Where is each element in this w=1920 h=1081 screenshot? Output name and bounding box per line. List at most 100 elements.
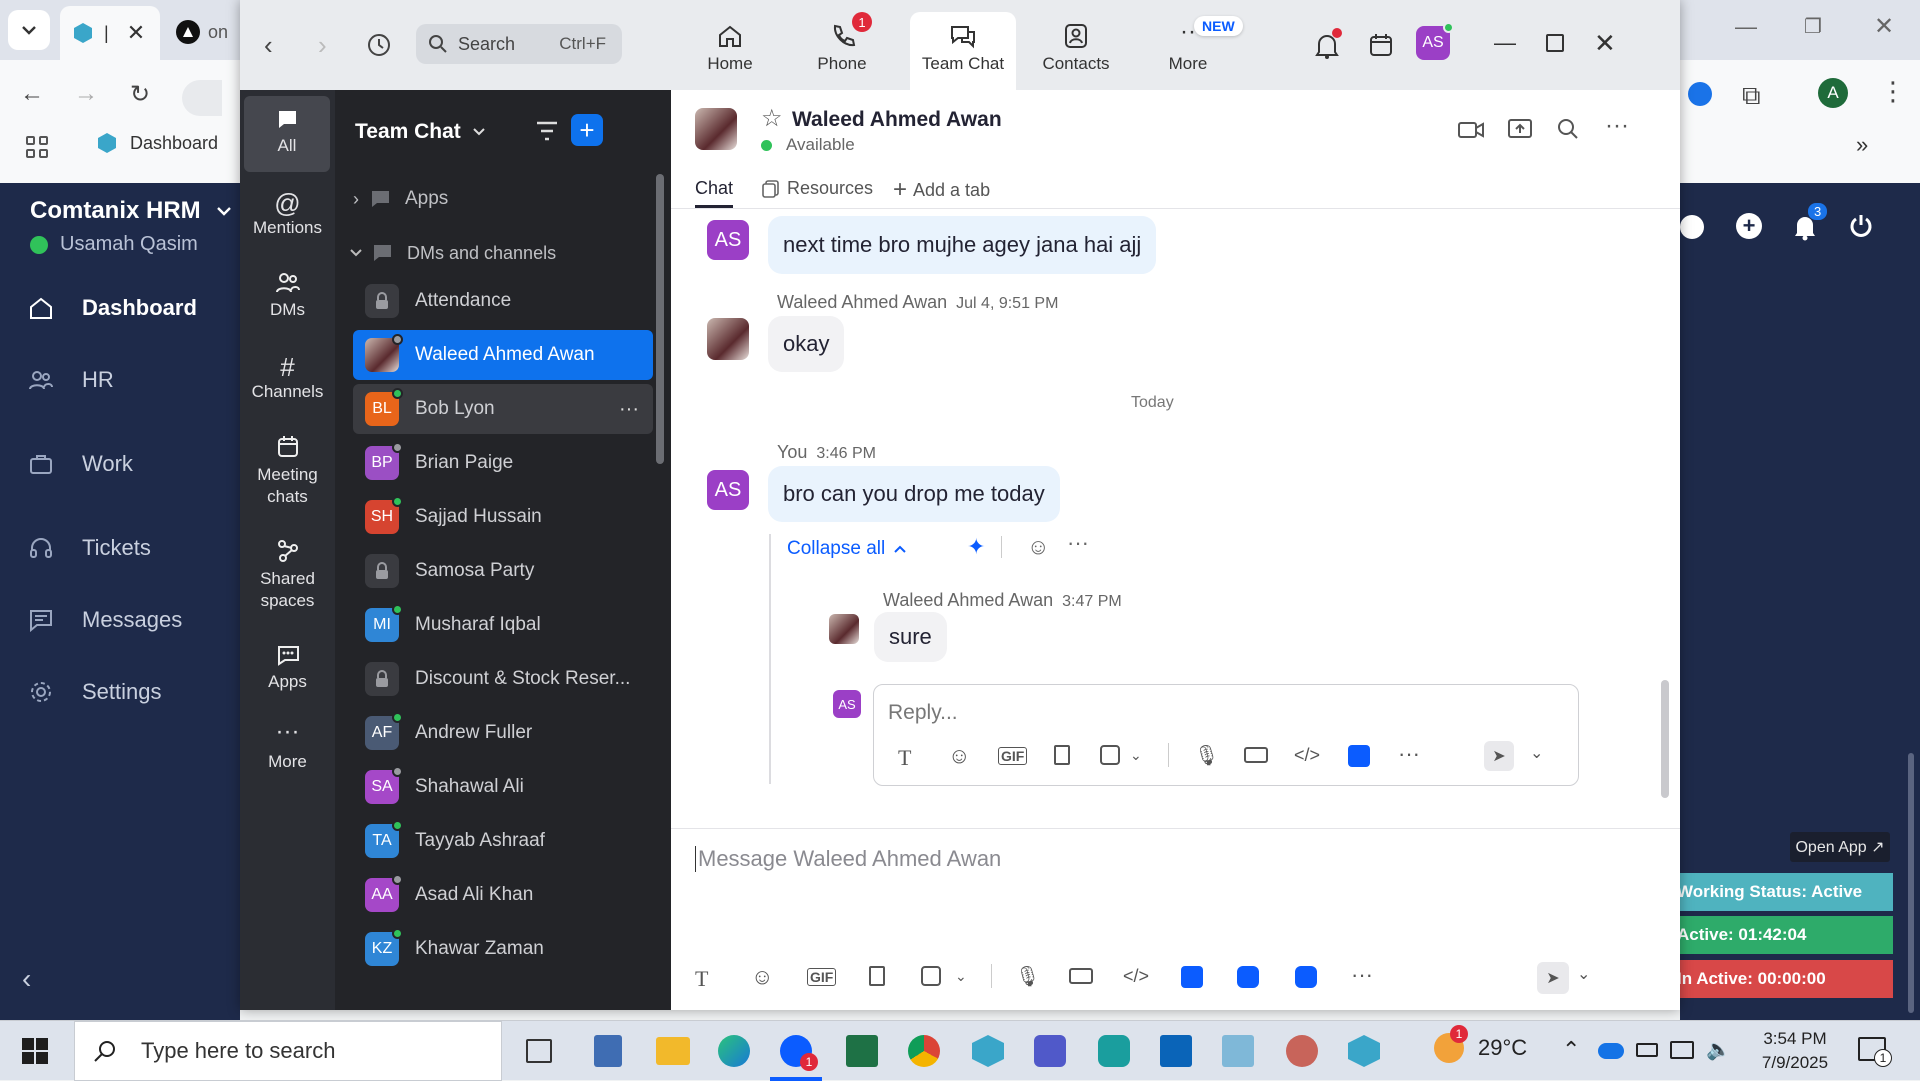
more-options-icon[interactable]: ··· [1351, 962, 1373, 988]
chevron-down-icon[interactable]: ⌄ [1530, 743, 1543, 763]
reply-input[interactable]: Reply... [888, 701, 958, 725]
window-minimize-button[interactable]: — [1735, 14, 1757, 40]
contact-row[interactable]: AF Andrew Fuller [353, 708, 653, 758]
zoom-close-button[interactable]: ✕ [1594, 28, 1616, 59]
action-center-icon[interactable]: 1 [1858, 1037, 1892, 1067]
close-icon[interactable]: ✕ [127, 20, 145, 46]
send-button[interactable]: ➤ [1484, 741, 1514, 771]
hrm-nav-settings[interactable]: Settings [28, 679, 162, 705]
chrome-icon[interactable] [908, 1035, 940, 1067]
file-icon[interactable] [869, 966, 885, 986]
chevron-down-icon[interactable]: ⌄ [1577, 964, 1590, 984]
site-info-icon[interactable] [182, 80, 222, 116]
screenshot-icon[interactable] [1100, 745, 1120, 765]
microphone-icon[interactable]: 🎙 [1194, 743, 1219, 768]
tab-chat[interactable]: Chat [695, 178, 734, 208]
collapse-all-button[interactable]: Collapse all [787, 538, 907, 560]
battery-icon[interactable] [1636, 1043, 1658, 1057]
document-app-icon[interactable] [1348, 745, 1370, 767]
excel-icon[interactable] [846, 1035, 878, 1067]
list-scrollbar[interactable] [656, 174, 664, 464]
volume-icon[interactable]: 🔈 [1706, 1037, 1731, 1062]
forward-arrow-icon[interactable]: → [74, 80, 98, 108]
contact-row[interactable]: SH Sajjad Hussain [353, 492, 653, 542]
more-options-icon[interactable]: ··· [1605, 112, 1629, 140]
contact-row[interactable]: AA Asad Ali Khan [353, 870, 653, 920]
document-app-icon[interactable] [1181, 966, 1203, 988]
collapse-sidebar-button[interactable]: ‹ [22, 963, 31, 995]
tray-chevron-up-icon[interactable]: ⌃ [1562, 1037, 1580, 1063]
notifications-bell-icon[interactable] [1314, 28, 1342, 60]
reload-icon[interactable]: ↻ [130, 80, 150, 109]
zoom-maximize-button[interactable] [1546, 34, 1564, 52]
share-screen-icon[interactable] [1507, 118, 1533, 140]
history-icon[interactable] [366, 32, 392, 58]
browser-tab-active[interactable]: | ✕ [60, 6, 160, 60]
hrm-nav-messages[interactable]: Messages [28, 607, 182, 633]
rail-dms[interactable]: DMs [240, 270, 335, 320]
bell-icon[interactable]: 3 [1792, 203, 1828, 241]
video-call-icon[interactable] [1457, 120, 1485, 140]
section-apps[interactable]: › Apps [353, 188, 448, 210]
gif-icon[interactable]: GIF [998, 747, 1028, 765]
message-bubble[interactable]: okay [768, 316, 845, 372]
tab-team-chat[interactable]: Team Chat [910, 12, 1016, 90]
file-icon[interactable] [1054, 745, 1070, 765]
taskbar-search[interactable]: Type here to search [74, 1021, 502, 1081]
more-options-icon[interactable]: ··· [1067, 530, 1089, 556]
hrm-nav-tickets[interactable]: Tickets [28, 535, 151, 561]
rail-apps[interactable]: Apps [240, 642, 335, 692]
more-options-icon[interactable]: ··· [1398, 741, 1420, 767]
chevron-down-icon[interactable]: ⌄ [1130, 747, 1142, 764]
star-icon[interactable]: ☆ [761, 104, 783, 133]
chat-scrollbar[interactable] [1661, 680, 1669, 798]
emoji-icon[interactable]: ☺ [948, 743, 970, 769]
contact-row[interactable]: MI Musharaf Iqbal [353, 600, 653, 650]
tab-add[interactable]: + Add a tab [893, 176, 990, 204]
video-message-icon[interactable] [1244, 747, 1268, 763]
clock-icon[interactable] [1680, 215, 1704, 239]
window-restore-button[interactable]: ❐ [1804, 14, 1822, 39]
kebab-menu-icon[interactable]: ⋮ [1880, 76, 1906, 107]
weather-widget[interactable]: 1 29°C [1434, 1025, 1527, 1063]
section-dms-channels[interactable]: DMs and channels [349, 242, 556, 264]
contact-row[interactable]: KZ Khawar Zaman [353, 924, 653, 974]
edge-icon[interactable] [718, 1035, 750, 1067]
user-avatar[interactable]: AS [1416, 22, 1454, 60]
tab-home[interactable]: Home [680, 22, 780, 74]
puzzle-icon[interactable]: ⧉ [1742, 80, 1761, 112]
add-reaction-icon[interactable]: ☺ [1027, 534, 1049, 560]
chat-header-avatar[interactable] [695, 108, 737, 150]
ai-sparkle-icon[interactable]: ✦ [967, 534, 985, 560]
add-icon[interactable]: + [1736, 213, 1762, 239]
message-input[interactable]: Message Waleed Ahmed Awan [695, 846, 1001, 872]
search-box[interactable]: Search Ctrl+F [416, 24, 622, 64]
rail-more[interactable]: ··· More [240, 718, 335, 772]
task-view-icon[interactable] [526, 1039, 552, 1063]
extension-icon[interactable] [1688, 82, 1712, 106]
profile-avatar[interactable]: A [1818, 78, 1848, 108]
apps-grid-icon[interactable] [26, 136, 48, 158]
chevron-down-icon[interactable]: ⌄ [955, 968, 967, 985]
onedrive-icon[interactable] [1598, 1043, 1624, 1059]
emoji-icon[interactable]: ☺ [751, 964, 773, 990]
screenshot-icon[interactable] [921, 966, 941, 986]
power-icon[interactable] [1848, 213, 1874, 239]
rail-channels[interactable]: # Channels [240, 352, 335, 402]
app-doc-icon[interactable] [1222, 1035, 1254, 1067]
hrm-nav-dashboard[interactable]: Dashboard [28, 295, 197, 321]
code-icon[interactable]: </> [1123, 966, 1149, 987]
reply-bubble[interactable]: sure [874, 612, 947, 662]
back-arrow-icon[interactable]: ← [20, 80, 44, 108]
teams-icon[interactable] [1034, 1035, 1066, 1067]
rail-mentions[interactable]: @ Mentions [240, 188, 335, 238]
app-circle-icon[interactable] [1286, 1035, 1318, 1067]
file-explorer-icon[interactable] [656, 1037, 690, 1065]
hrm-brand[interactable]: Comtanix HRM [30, 197, 233, 225]
calculator-icon[interactable] [594, 1035, 622, 1067]
search-icon[interactable] [1557, 118, 1579, 140]
windows-start-icon[interactable] [22, 1038, 48, 1064]
code-icon[interactable]: </> [1294, 745, 1320, 766]
window-close-button[interactable]: ✕ [1874, 12, 1894, 41]
notes-app-icon[interactable] [1295, 966, 1317, 988]
